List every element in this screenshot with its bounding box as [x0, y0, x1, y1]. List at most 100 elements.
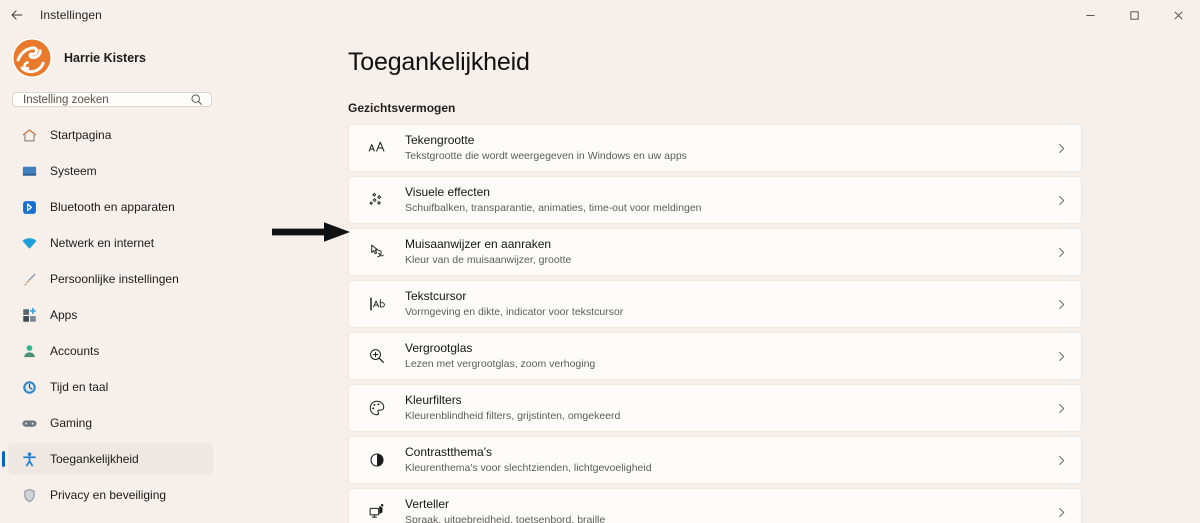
card-title: Kleurfilters — [405, 393, 462, 407]
sidebar-item-tijd-en-taal[interactable]: Tijd en taal — [8, 371, 213, 403]
person-icon — [20, 342, 38, 360]
card-text: Verteller Spraak, uitgebreidheid, toetse… — [405, 497, 1048, 523]
card-text: Contrastthema's Kleurenthema's voor slec… — [405, 445, 1048, 475]
card-text: Vergrootglas Lezen met vergrootglas, zoo… — [405, 341, 1048, 371]
sidebar-item-toegankelijkheid[interactable]: Toegankelijkheid — [2, 443, 213, 475]
sidebar: Harrie Kisters Instelling zoeken Startpa… — [0, 30, 330, 523]
settings-card-muisaanwijzer-en-aanraken[interactable]: Muisaanwijzer en aanraken Kleur van de m… — [348, 228, 1082, 276]
chevron-right-icon — [1048, 455, 1067, 466]
wifi-icon — [20, 234, 38, 252]
accessibility-icon — [20, 450, 38, 468]
card-subtitle: Spraak, uitgebreidheid, toetsenbord, bra… — [405, 514, 606, 523]
settings-card-list: Tekengrootte Tekstgrootte die wordt weer… — [348, 124, 1082, 523]
sidebar-item-label: Systeem — [50, 164, 97, 178]
sidebar-item-label: Accounts — [50, 344, 100, 358]
sidebar-item-privacy-en-beveiliging[interactable]: Privacy en beveiliging — [8, 479, 213, 511]
sidebar-item-label: Toegankelijkheid — [50, 452, 139, 466]
sidebar-item-netwerk[interactable]: Netwerk en internet — [8, 227, 213, 259]
settings-card-kleurfilters[interactable]: Kleurfilters Kleurenblindheid filters, g… — [348, 384, 1082, 432]
window-controls — [1068, 0, 1200, 30]
avatar — [12, 38, 52, 78]
close-button[interactable] — [1156, 0, 1200, 30]
sidebar-item-apps[interactable]: Apps — [8, 299, 213, 331]
sidebar-item-label: Startpagina — [50, 128, 112, 142]
search-box[interactable] — [12, 92, 212, 107]
account-name: Harrie Kisters — [64, 51, 146, 65]
sidebar-item-gaming[interactable]: Gaming — [8, 407, 213, 439]
sidebar-item-startpagina[interactable]: Startpagina — [8, 119, 213, 151]
titlebar: Instellingen — [0, 0, 1200, 30]
sidebar-item-windows-update[interactable]: Windows Update — [8, 515, 213, 523]
minimize-button[interactable] — [1068, 0, 1112, 30]
contrast-icon — [365, 450, 389, 470]
mouse-pointer-icon — [365, 242, 389, 262]
clock-icon — [20, 378, 38, 396]
card-subtitle: Schuifbalken, transparantie, animaties, … — [405, 202, 702, 214]
chevron-right-icon — [1048, 299, 1067, 310]
card-title: Visuele effecten — [405, 185, 490, 199]
section-label: Gezichtsvermogen — [348, 101, 456, 115]
page-title: Toegankelijkheid — [348, 48, 530, 76]
sidebar-item-label: Netwerk en internet — [50, 236, 155, 250]
chevron-right-icon — [1048, 247, 1067, 258]
sidebar-item-label: Privacy en beveiliging — [50, 488, 167, 502]
settings-card-tekengrootte[interactable]: Tekengrootte Tekstgrootte die wordt weer… — [348, 124, 1082, 172]
card-subtitle: Vormgeving en dikte, indicator voor teks… — [405, 306, 624, 318]
sidebar-item-label: Gaming — [50, 416, 93, 430]
settings-window: Instellingen Harrie Kisters Instelling z… — [0, 0, 1200, 523]
card-title: Tekstcursor — [405, 289, 467, 303]
chevron-right-icon — [1048, 143, 1067, 154]
settings-card-verteller[interactable]: Verteller Spraak, uitgebreidheid, toetse… — [348, 488, 1082, 523]
settings-card-contrastthemas[interactable]: Contrastthema's Kleurenthema's voor slec… — [348, 436, 1082, 484]
apps-icon — [20, 306, 38, 324]
search-icon — [190, 93, 203, 106]
settings-card-visuele-effecten[interactable]: Visuele effecten Schuifbalken, transpara… — [348, 176, 1082, 224]
settings-card-tekstcursor[interactable]: Tekstcursor Vormgeving en dikte, indicat… — [348, 280, 1082, 328]
card-text: Muisaanwijzer en aanraken Kleur van de m… — [405, 237, 1048, 267]
sidebar-item-bluetooth[interactable]: Bluetooth en apparaten — [8, 191, 213, 223]
gamepad-icon — [20, 414, 38, 432]
chevron-right-icon — [1048, 195, 1067, 206]
card-title: Muisaanwijzer en aanraken — [405, 237, 552, 251]
card-subtitle: Lezen met vergrootglas, zoom verhoging — [405, 358, 596, 370]
sidebar-item-systeem[interactable]: Systeem — [8, 155, 213, 187]
bluetooth-icon — [20, 198, 38, 216]
monitor-icon — [20, 162, 38, 180]
card-subtitle: Tekstgrootte die wordt weergegeven in Wi… — [405, 150, 687, 162]
chevron-right-icon — [1048, 507, 1067, 518]
card-text: Tekstcursor Vormgeving en dikte, indicat… — [405, 289, 1048, 319]
sidebar-item-label: Persoonlijke instellingen — [50, 272, 179, 286]
visual-effects-icon — [365, 190, 389, 210]
sidebar-item-persoonlijke-instellingen[interactable]: Persoonlijke instellingen — [8, 263, 213, 295]
card-title: Vergrootglas — [405, 341, 473, 355]
sidebar-item-label: Tijd en taal — [50, 380, 109, 394]
sidebar-item-label: Apps — [50, 308, 78, 322]
card-title: Contrastthema's — [405, 445, 492, 459]
shield-icon — [20, 486, 38, 504]
main-content: Toegankelijkheid Gezichtsvermogen Tekeng… — [330, 30, 1200, 523]
card-title: Verteller — [405, 497, 450, 511]
account-block[interactable]: Harrie Kisters — [0, 30, 330, 88]
maximize-button[interactable] — [1112, 0, 1156, 30]
window-body: Harrie Kisters Instelling zoeken Startpa… — [0, 30, 1200, 523]
magnifier-icon — [365, 346, 389, 366]
sidebar-nav: Startpagina Systeem Bluetooth en apparat… — [0, 119, 330, 523]
color-palette-icon — [365, 398, 389, 418]
window-title: Instellingen — [40, 8, 102, 22]
sidebar-item-accounts[interactable]: Accounts — [8, 335, 213, 367]
card-subtitle: Kleurenblindheid filters, grijstinten, o… — [405, 410, 621, 422]
search-input[interactable] — [23, 93, 190, 106]
chevron-right-icon — [1048, 403, 1067, 414]
narrator-icon — [365, 502, 389, 522]
card-text: Kleurfilters Kleurenblindheid filters, g… — [405, 393, 1048, 423]
font-size-icon — [365, 138, 389, 158]
card-title: Tekengrootte — [405, 133, 475, 147]
settings-card-vergrootglas[interactable]: Vergrootglas Lezen met vergrootglas, zoo… — [348, 332, 1082, 380]
home-icon — [20, 126, 38, 144]
card-subtitle: Kleurenthema's voor slechtzienden, licht… — [405, 462, 652, 474]
card-text: Tekengrootte Tekstgrootte die wordt weer… — [405, 133, 1048, 163]
back-button[interactable] — [0, 0, 34, 30]
chevron-right-icon — [1048, 351, 1067, 362]
text-cursor-icon — [365, 294, 389, 314]
sidebar-item-label: Bluetooth en apparaten — [50, 200, 175, 214]
